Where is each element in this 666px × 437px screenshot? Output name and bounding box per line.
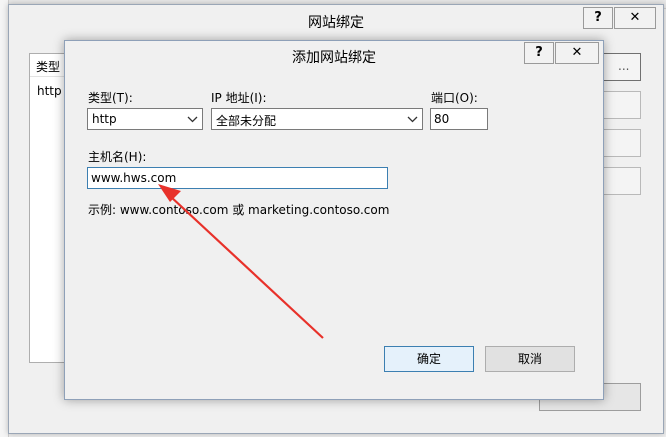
cancel-button[interactable]: 取消 (485, 346, 575, 372)
type-label: 类型(T): (88, 91, 133, 105)
chevron-down-icon (407, 111, 418, 130)
add-site-binding-title: 添加网站绑定 (292, 50, 376, 66)
type-select-value: http (92, 112, 117, 126)
add-binding-button-label: ... (618, 59, 630, 73)
ip-address-label: IP 地址(I): (211, 91, 267, 105)
port-label: 端口(O): (431, 91, 478, 105)
site-bindings-titlebar: 网站绑定 ? ✕ (9, 5, 663, 35)
column-header-type[interactable]: 类型 (36, 58, 60, 75)
ok-button[interactable]: 确定 (384, 346, 474, 372)
hostname-label: 主机名(H): (88, 150, 147, 164)
site-bindings-title: 网站绑定 (308, 15, 364, 31)
add-site-binding-dialog: 添加网站绑定 ? ✕ 类型(T): http IP 地址(I): 全部未分配 端… (64, 40, 604, 400)
close-button[interactable]: ✕ (614, 7, 656, 29)
close-button[interactable]: ✕ (555, 42, 599, 64)
port-input[interactable] (430, 108, 488, 130)
list-item[interactable]: http (37, 84, 62, 98)
help-button[interactable]: ? (583, 7, 613, 29)
help-button[interactable]: ? (524, 42, 554, 64)
ip-address-select-value: 全部未分配 (216, 114, 277, 128)
chevron-down-icon (187, 111, 198, 130)
ip-address-select[interactable]: 全部未分配 (211, 108, 423, 130)
type-select[interactable]: http (87, 108, 203, 130)
hostname-example: 示例: www.contoso.com 或 marketing.contoso.… (88, 203, 390, 217)
hostname-input[interactable] (87, 167, 388, 189)
